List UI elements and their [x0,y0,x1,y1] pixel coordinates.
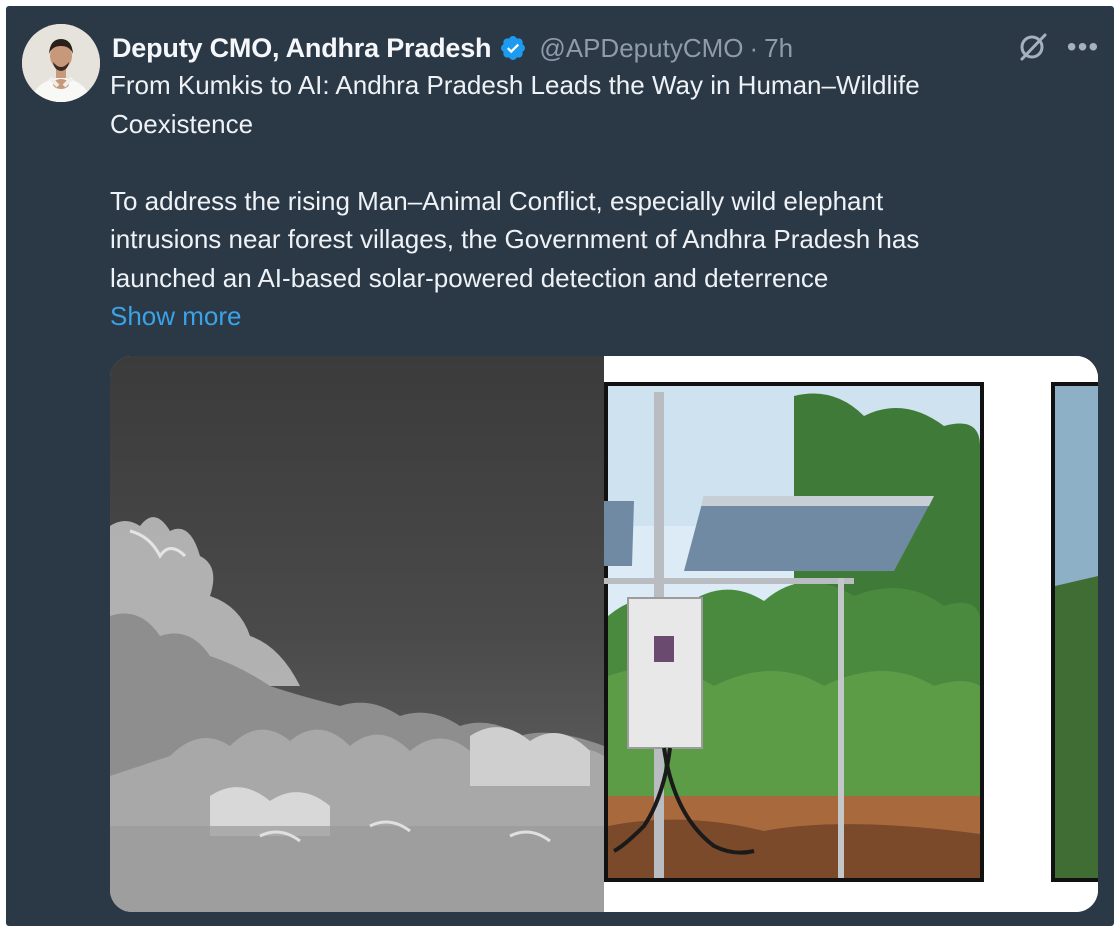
author-handle[interactable]: @APDeputyCMO [539,33,743,64]
thermal-camera-image[interactable] [110,356,604,912]
author-avatar[interactable] [22,24,100,102]
grok-icon[interactable] [1016,30,1050,64]
more-options-icon[interactable]: ••• [1066,32,1100,62]
post-time[interactable]: 7h [764,33,793,64]
separator-dot: · [749,32,759,63]
tweet-header: Deputy CMO, Andhra Pradesh @APDeputyCMO … [112,28,793,68]
title-line-2: Coexistence [110,108,254,139]
show-more-link[interactable]: Show more [110,297,242,336]
solar-panel-detector-image[interactable] [604,356,1098,912]
verified-badge-icon [499,34,527,62]
title-line-1: From Kumkis to AI: Andhra Pradesh Leads … [110,70,920,100]
tweet-card[interactable]: Deputy CMO, Andhra Pradesh @APDeputyCMO … [6,6,1114,926]
body-line-2: intrusions near forest villages, the Gov… [110,224,920,254]
tweet-text: From Kumkis to AI: Andhra Pradesh Leads … [110,66,1070,336]
avatar-image [22,24,100,102]
media-gallery [110,356,1098,912]
body-line-1: To address the rising Man–Animal Conflic… [110,185,884,216]
author-name[interactable]: Deputy CMO, Andhra Pradesh [112,33,492,64]
body-line-3: launched an AI-based solar-powered detec… [110,262,829,293]
